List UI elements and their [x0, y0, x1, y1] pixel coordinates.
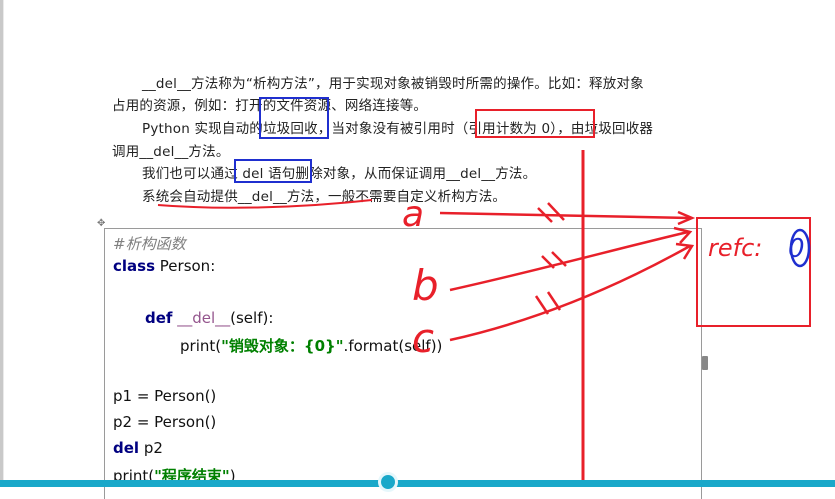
keyword-def: def: [145, 309, 173, 327]
keyword-class: class: [113, 257, 156, 275]
paragraph-4: 系统会自动提供__del__方法，一般不需要自定义析构方法。: [142, 189, 507, 205]
playback-progress-bar[interactable]: [0, 480, 835, 487]
code-comment: #析构函数: [113, 235, 186, 253]
method-params: (self):: [230, 309, 274, 327]
paragraph-1-line-1: __del__方法称为“析构方法”，用于实现对象被销毁时所需的操作。比如：释放对…: [142, 76, 644, 92]
paragraph-1-line-2: 占用的资源，例如：打开的文件资源、网络连接等。: [112, 98, 428, 114]
paragraph-3: 我们也可以通过 del 语句删除对象，从而保证调用__del__方法。: [142, 166, 537, 182]
code-print-line: print("销毁对象：{0}".format(self)): [180, 335, 442, 356]
resize-handle[interactable]: [702, 356, 708, 370]
print-fn: print(: [180, 337, 222, 355]
code-block: #析构函数 class Person: def __del__(self): p…: [104, 228, 702, 499]
code-p1-line: p1 = Person(): [113, 387, 217, 405]
print-string: "销毁对象：{0}": [221, 337, 344, 355]
paragraph-2-line-1: Python 实现自动的垃圾回收，当对象没有被引用时（引用计数为 0），由垃圾回…: [142, 121, 654, 137]
print-rest: .format(self)): [343, 337, 443, 355]
code-p2-line: p2 = Person(): [113, 413, 217, 431]
code-class-line: class Person:: [113, 257, 215, 275]
keyword-del: del: [113, 439, 140, 457]
playback-scrubber-knob[interactable]: [378, 472, 398, 492]
method-name: __del__: [177, 309, 231, 327]
del-target: p2: [139, 439, 163, 457]
code-del-line: del p2: [113, 439, 163, 457]
class-name: Person:: [155, 257, 216, 275]
code-def-line: def __del__(self):: [145, 309, 273, 327]
paragraph-2-line-2: 调用__del__方法。: [112, 144, 230, 160]
